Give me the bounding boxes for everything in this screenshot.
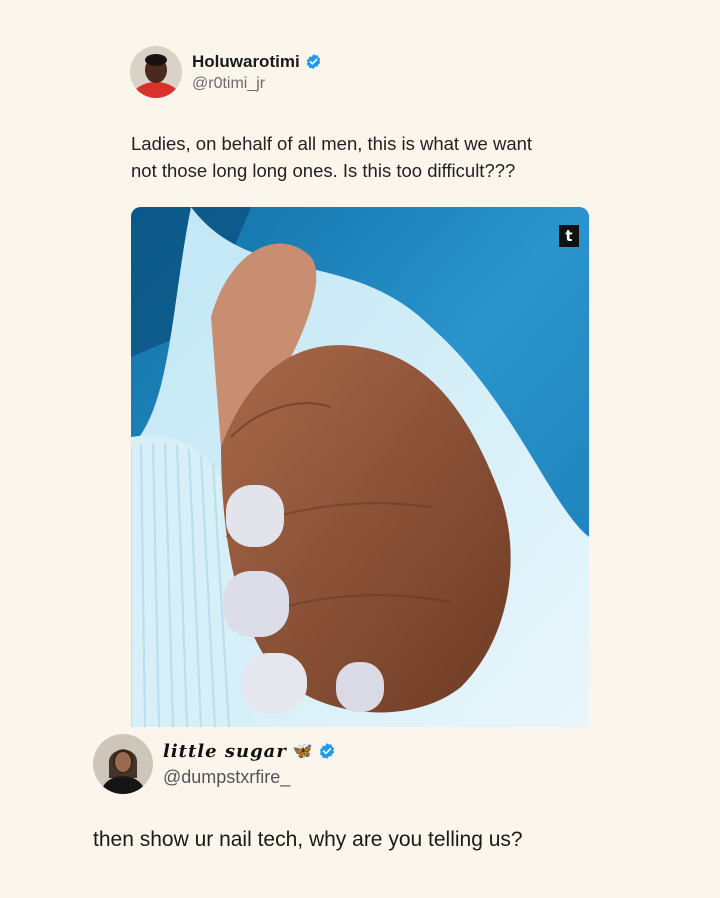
tweet1-header: Holuwarotimi @r0timi_jr — [130, 46, 322, 98]
tweet1-photo[interactable]: t — [131, 207, 589, 727]
tweet1-text-line-1: Ladies, on behalf of all men, this is wh… — [131, 133, 533, 154]
verified-badge-icon — [305, 53, 322, 70]
tweet1-avatar[interactable] — [130, 46, 182, 98]
photo-watermark-badge: t — [559, 225, 579, 247]
tweet2-avatar[interactable] — [93, 734, 153, 794]
tweet2-handle[interactable]: @dumpstxrfire_ — [163, 767, 336, 788]
verified-badge-icon — [318, 742, 336, 760]
tweet1-text: Ladies, on behalf of all men, this is wh… — [131, 130, 601, 184]
tweet2-display-name[interactable]: little sugar — [163, 741, 287, 762]
tweet1-display-name[interactable]: Holuwarotimi — [192, 52, 300, 72]
tweet2-header: little sugar 🦋 @dumpstxrfire_ — [93, 734, 336, 794]
butterfly-icon: 🦋 — [292, 743, 313, 760]
tweet1-handle[interactable]: @r0timi_jr — [192, 75, 322, 93]
tweet2-text: then show ur nail tech, why are you tell… — [93, 828, 523, 851]
tweet1-text-line-2: not those long long ones. Is this too di… — [131, 160, 516, 181]
